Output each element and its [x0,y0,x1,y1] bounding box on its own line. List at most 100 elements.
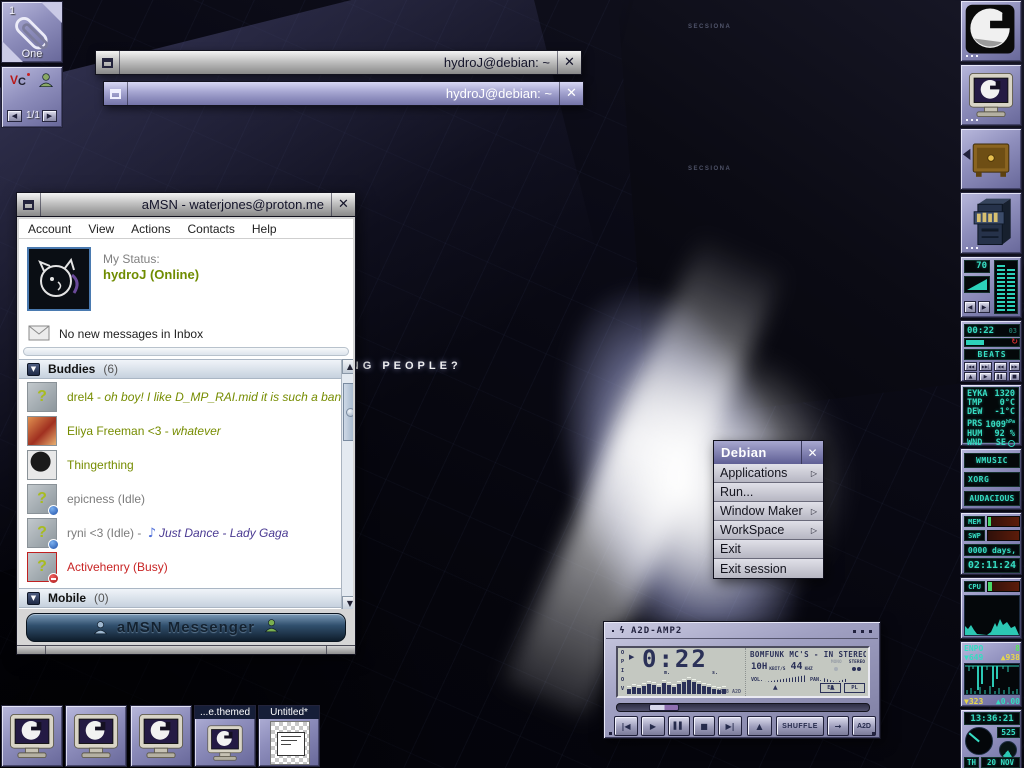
dock-clock-tile[interactable]: 13:36:21 525 TH 20 NOV [960,709,1022,768]
forward-button[interactable]: ▶▶ [1009,362,1020,371]
menu-view[interactable]: View [88,222,114,236]
dock-mixer-tile[interactable]: 70 ◀ ▶ [960,256,1022,318]
inbox-status-text[interactable]: No new messages in Inbox [59,327,203,341]
buddy-row[interactable]: ? ryni <3 (Idle) - ♪Just Dance - Lady Ga… [19,517,339,549]
close-dot-button[interactable] [869,630,872,633]
resize-bar[interactable] [17,645,355,654]
menu-item-exit[interactable]: Exit [714,540,823,559]
eject-button[interactable]: ▲ [964,372,977,381]
terminal-window-1-titlebar[interactable]: hydroJ@debian: ~ ✕ [95,50,582,75]
play-button[interactable]: ▶ [641,716,665,736]
miniwindow-terminal[interactable] [1,705,63,767]
amsn-messenger-banner[interactable]: aMSN Messenger [26,613,346,642]
window-menu-button[interactable] [96,51,120,74]
buddy-row[interactable]: ? Thingerthing [19,449,339,481]
seek-handle[interactable] [649,704,679,711]
rewind-button[interactable]: |◀◀ [964,362,977,371]
scroll-down-button[interactable]: ▼ [342,596,353,609]
pager-next-button[interactable]: ▶ [42,110,57,122]
buddy-row[interactable]: ? drel4 - oh boy! I like D_MP_RAI.mid it… [19,381,339,413]
applist-entry[interactable]: XORG [964,472,1020,487]
collapse-button[interactable]: ▼ [27,592,40,605]
amsn-titlebar[interactable]: aMSN - waterjones@proton.me ✕ [16,192,356,217]
applist-entry[interactable]: AUDACIOUS [964,491,1020,506]
volume-handle[interactable]: ▲ [773,684,778,691]
menu-item-window-maker[interactable]: Window Maker▷ [714,502,823,521]
pause-button[interactable]: ▌▌ [994,372,1007,381]
dock-music-tile[interactable]: 00:22 03 ↻ BEATS |◀◀ ▶▶| ◀◀ ▶▶ ▲ ▶ ▌▌ ■ [960,320,1022,382]
menu-item-applications[interactable]: Applications▷ [714,464,823,483]
applist-entry[interactable]: WMUSIC [964,453,1020,468]
volume-slider[interactable] [765,675,807,682]
play-button[interactable]: ▶ [979,372,992,381]
stop-button[interactable]: ■ [693,716,715,736]
next-button[interactable]: ▶| [718,716,742,736]
shuffle-button[interactable]: SHUFFLE [776,716,824,736]
back-button[interactable]: ◀◀ [994,362,1007,371]
scrollbar-thumb[interactable] [343,383,353,441]
minimize-dot-button[interactable] [853,630,856,633]
dock-filecabinet-tile[interactable] [960,192,1022,254]
menu-help[interactable]: Help [252,222,277,236]
repeat-button[interactable]: → [827,716,849,736]
mixer-prev-button[interactable]: ◀ [964,301,976,313]
close-button[interactable]: ✕ [331,193,355,216]
menu-close-button[interactable]: ✕ [801,441,823,464]
dock-terminal-tile[interactable] [960,64,1022,126]
root-menu-titlebar[interactable]: Debian ✕ [714,441,823,464]
dock-music-progress[interactable]: ↻ [964,338,1020,347]
clip-next-arrow[interactable] [41,2,62,23]
dock-weather-tile[interactable]: EYKA1320 TMP0°C DEW-1°C PRS1009hPa HUM92… [960,384,1022,446]
dock-sysmonitor-tile[interactable]: MEM SWP 0000 days, 02:11:24 [960,512,1022,575]
buddy-row[interactable]: ? Eliya Freeman <3 - whatever [19,415,339,447]
terminal-window-2-titlebar[interactable]: hydroJ@debian: ~ ✕ [103,81,584,106]
miniwindow-terminal[interactable] [130,705,192,767]
equalizer-button[interactable]: EQ [820,683,841,693]
scrollbar[interactable]: ▲ ▼ [341,359,353,609]
close-button[interactable]: ✕ [557,51,581,74]
miniwindow-terminal[interactable] [65,705,127,767]
menu-item-run[interactable]: Run... [714,483,823,502]
shade-dot-button[interactable] [861,630,864,633]
menu-contacts[interactable]: Contacts [188,222,235,236]
menu-item-exit-session[interactable]: Exit session [714,559,823,578]
amsn-window: aMSN - waterjones@proton.me ✕ Account Vi… [16,192,356,655]
mobile-group-header[interactable]: ▼ Mobile (0) [19,588,341,608]
dock-cpu-tile[interactable]: CPU [960,577,1022,639]
dock-windowmaker-tile[interactable] [960,0,1022,62]
seek-bar[interactable] [616,703,870,712]
previous-button[interactable]: |◀ [614,716,638,736]
workspace-clip[interactable]: 1 One [1,1,63,63]
dock-network-tile[interactable]: ENPO 8 ▼649 ▲938 ▼323 ▲0.00 [960,641,1022,707]
clutterbar[interactable]: OPIOV [619,649,626,694]
time-display[interactable]: 0:22 [642,645,708,673]
player-titlebar[interactable]: ϟ A2D-AMP2 [606,624,878,639]
close-button[interactable]: ✕ [559,82,583,105]
buddies-group-header[interactable]: ▼ Buddies (6) [19,359,341,379]
menu-item-workspace[interactable]: WorkSpace▷ [714,521,823,540]
menu-actions[interactable]: Actions [131,222,170,236]
window-menu-button[interactable] [17,193,41,216]
buddy-row[interactable]: ? epicness (Idle) [19,483,339,515]
buddy-row[interactable]: ? Activehenry (Busy) [19,551,339,583]
stop-button[interactable]: ■ [1009,372,1020,381]
pause-button[interactable]: ▌▌ [668,716,690,736]
fastforward-button[interactable]: ▶▶| [979,362,992,371]
pan-slider[interactable] [824,675,848,682]
track-title-marquee[interactable]: BOMFUNK MC'S - IN STEREO (+6 B [750,650,866,659]
mixer-next-button[interactable]: ▶ [978,301,990,313]
miniwindow-themed[interactable]: ...e.themed [194,705,256,767]
scroll-up-button[interactable]: ▲ [342,359,353,374]
collapse-button[interactable]: ▼ [27,363,40,376]
dock-drawer-tile[interactable] [960,128,1022,190]
eject-button[interactable]: ▲ [747,716,772,736]
miniwindow-untitled[interactable]: Untitled* [258,705,320,767]
dock-applist-tile[interactable]: WMUSIC XORG AUDACIOUS [960,448,1022,510]
avatar[interactable] [27,247,91,311]
pager-prev-button[interactable]: ◀ [7,110,22,122]
menu-account[interactable]: Account [28,222,71,236]
playlist-button[interactable]: PL [844,683,865,693]
window-menu-button[interactable] [104,82,128,105]
workspace-pager[interactable]: V C ◀ 1/1 ▶ [1,66,63,128]
my-status-value[interactable]: hydroJ (Online) [103,267,199,282]
